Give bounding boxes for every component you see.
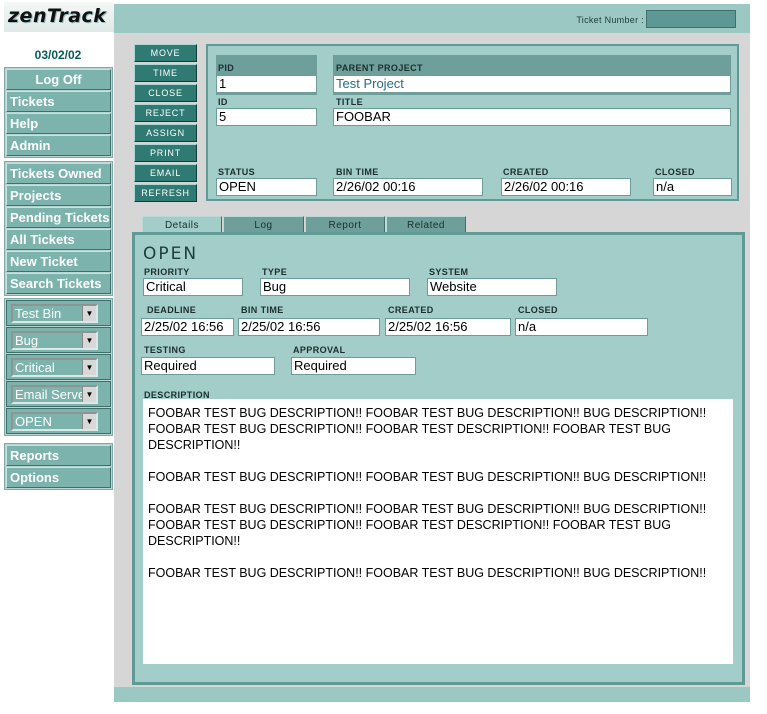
status-label: STATUS [218, 167, 256, 177]
move-button[interactable]: MOVE [134, 44, 197, 62]
system-select[interactable]: Email Server ▼ [11, 385, 98, 404]
description-text: FOOBAR TEST BUG DESCRIPTION!! FOOBAR TES… [143, 399, 733, 664]
bottom-nav: Reports Options [4, 443, 113, 490]
details-closed-label: CLOSED [518, 305, 558, 315]
dropdown-arrow-icon[interactable]: ▼ [82, 414, 96, 429]
nav-projects[interactable]: Projects [6, 185, 111, 206]
approval-field: Required [291, 357, 416, 375]
created-label: CREATED [503, 167, 549, 177]
logo-text: zenTrack [8, 5, 107, 27]
nav-search-tickets[interactable]: Search Tickets [6, 273, 111, 294]
id-field: 5 [216, 108, 317, 126]
dropdown-arrow-icon[interactable]: ▼ [82, 387, 96, 402]
details-created-label: CREATED [388, 305, 434, 315]
ticket-number-input[interactable] [646, 10, 736, 28]
time-button[interactable]: TIME [134, 64, 197, 82]
system-label: SYSTEM [429, 267, 469, 277]
filter-selects: Test Bin ▼ Bug ▼ Critical ▼ Email Server ▼ O… [4, 298, 113, 436]
bin-select[interactable]: Test Bin ▼ [11, 304, 98, 323]
action-buttons: MOVE TIME CLOSE REJECT ASSIGN PRINT EMAI… [134, 44, 197, 204]
title-label: TITLE [336, 97, 363, 107]
description-paragraph: FOOBAR TEST BUG DESCRIPTION!! FOOBAR TES… [148, 406, 707, 452]
nav-all-tickets[interactable]: All Tickets [6, 229, 111, 250]
status-select[interactable]: OPEN ▼ [11, 412, 98, 431]
deadline-field: 2/25/02 16:56 [141, 318, 234, 336]
main-nav: Log Off Tickets Help Admin [4, 67, 113, 158]
testing-label: TESTING [144, 345, 186, 355]
closed-field: n/a [653, 178, 732, 196]
reject-button[interactable]: REJECT [134, 104, 197, 122]
details-bin-time-label: BIN TIME [241, 305, 284, 315]
nav-tickets-owned[interactable]: Tickets Owned [6, 163, 111, 184]
dropdown-arrow-icon[interactable]: ▼ [82, 333, 96, 348]
nav-tickets[interactable]: Tickets [6, 91, 111, 112]
ticket-number-label: Ticket Number : [576, 15, 644, 25]
type-field: Bug [260, 278, 410, 296]
approval-label: APPROVAL [293, 345, 346, 355]
deadline-label: DEADLINE [147, 305, 197, 315]
bin-select-row: Test Bin ▼ [6, 300, 111, 326]
type-select[interactable]: Bug ▼ [11, 331, 98, 350]
description-paragraph: FOOBAR TEST BUG DESCRIPTION!! FOOBAR TES… [148, 566, 707, 580]
closed-label: CLOSED [655, 167, 695, 177]
created-field: 2/26/02 00:16 [501, 178, 631, 196]
priority-field: Critical [143, 278, 243, 296]
nav-new-ticket[interactable]: New Ticket [6, 251, 111, 272]
dropdown-arrow-icon[interactable]: ▼ [82, 360, 96, 375]
bin-time-field: 2/26/02 00:16 [333, 178, 483, 196]
testing-field: Required [141, 357, 275, 375]
pid-label: PID [218, 63, 235, 73]
top-bar: Ticket Number : [114, 4, 750, 33]
system-field: Website [427, 278, 557, 296]
refresh-button[interactable]: REFRESH [134, 184, 197, 202]
status-select-row: OPEN ▼ [6, 408, 111, 434]
assign-button[interactable]: ASSIGN [134, 124, 197, 142]
details-bin-time-field: 2/25/02 16:56 [238, 318, 380, 336]
ticket-info-box: PID 1 PARENT PROJECT Test Project ID 5 T… [206, 44, 739, 201]
status-heading: OPEN [143, 244, 199, 264]
nav-options[interactable]: Options [6, 467, 111, 488]
email-button[interactable]: EMAIL [134, 164, 197, 182]
bottom-bar [114, 687, 750, 702]
print-button[interactable]: PRINT [134, 144, 197, 162]
nav-pending-tickets[interactable]: Pending Tickets [6, 207, 111, 228]
priority-label: PRIORITY [144, 267, 190, 277]
dropdown-arrow-icon[interactable]: ▼ [82, 306, 96, 321]
status-field: OPEN [216, 178, 317, 196]
description-paragraph: FOOBAR TEST BUG DESCRIPTION!! FOOBAR TES… [148, 502, 707, 548]
details-created-field: 2/25/02 16:56 [385, 318, 511, 336]
nav-help[interactable]: Help [6, 113, 111, 134]
views-nav: Tickets Owned Projects Pending Tickets A… [4, 161, 113, 296]
nav-admin[interactable]: Admin [6, 135, 111, 156]
main-panel: Ticket Number : MOVE TIME CLOSE REJECT A… [114, 4, 750, 702]
title-field: FOOBAR [333, 108, 731, 126]
description-paragraph: FOOBAR TEST BUG DESCRIPTION!! FOOBAR TES… [148, 470, 707, 484]
logoff-button[interactable]: Log Off [6, 69, 111, 90]
system-select-row: Email Server ▼ [6, 381, 111, 407]
bin-time-label: BIN TIME [336, 167, 379, 177]
id-label: ID [218, 97, 228, 107]
close-button[interactable]: CLOSE [134, 84, 197, 102]
details-panel: OPEN PRIORITY Critical TYPE Bug SYSTEM W… [132, 232, 745, 685]
priority-select[interactable]: Critical ▼ [11, 358, 98, 377]
pid-field: 1 [216, 75, 317, 93]
current-date: 03/02/02 [34, 48, 82, 62]
type-select-row: Bug ▼ [6, 327, 111, 353]
parent-project-link[interactable]: Test Project [333, 75, 731, 93]
nav-reports[interactable]: Reports [6, 445, 111, 466]
parent-project-label: PARENT PROJECT [336, 63, 423, 73]
zentrack-logo[interactable]: zenTrack [4, 2, 114, 32]
details-closed-field: n/a [515, 318, 648, 336]
type-label: TYPE [262, 267, 288, 277]
priority-select-row: Critical ▼ [6, 354, 111, 380]
